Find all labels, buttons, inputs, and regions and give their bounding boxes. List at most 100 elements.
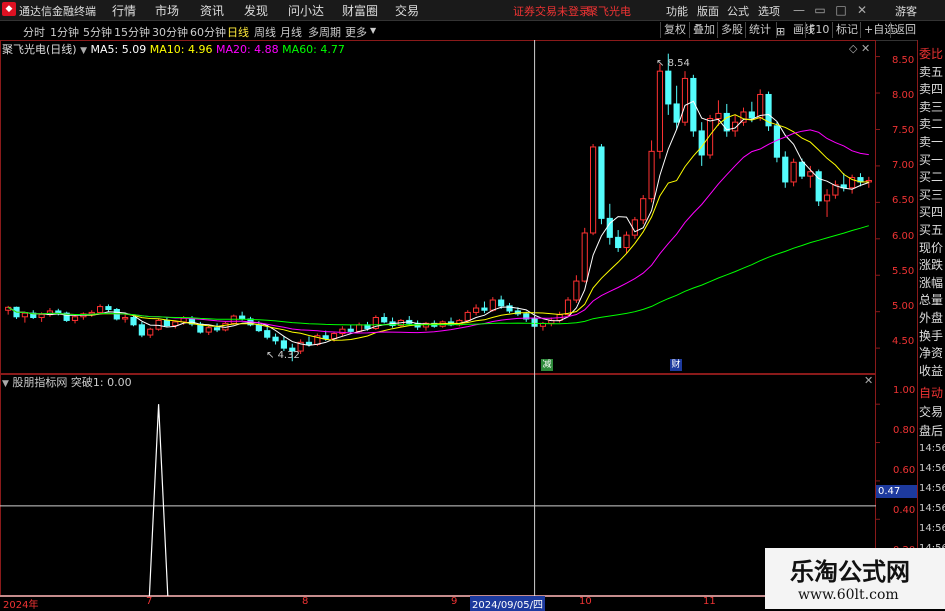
guest-label[interactable]: 游客 xyxy=(895,3,917,19)
tool-back[interactable]: 返回 xyxy=(890,22,919,38)
watermark-url: www.60lt.com xyxy=(798,587,899,603)
login-status[interactable]: 证券交易未登录 xyxy=(513,3,590,19)
sub-panel-frame xyxy=(0,374,876,596)
menu-item-quotes[interactable]: 行情 xyxy=(112,2,136,19)
menu-item-layout[interactable]: 版面 xyxy=(697,3,719,19)
menu-item-trade[interactable]: 交易 xyxy=(395,2,419,19)
indicator-tick: 0.40 xyxy=(893,505,916,516)
side-panel-item[interactable]: 卖五 xyxy=(919,63,945,80)
side-panel-item[interactable]: 买二 xyxy=(919,168,945,185)
side-panel-item[interactable]: 卖一 xyxy=(919,133,945,150)
maximize-icon[interactable]: □ xyxy=(832,1,850,19)
tool-overlay[interactable]: 叠加 xyxy=(689,22,718,38)
side-panel-item[interactable]: 委比 xyxy=(919,45,945,62)
menu-item-market[interactable]: 市场 xyxy=(155,2,179,19)
price-tick: 8.50 xyxy=(892,55,915,66)
side-panel-item[interactable]: 现价 xyxy=(919,239,945,256)
candle-body xyxy=(272,336,279,342)
side-panel-time: 14:56 xyxy=(919,443,945,454)
period-15min[interactable]: 15分钟 xyxy=(114,24,150,40)
period-daily[interactable]: 日线 xyxy=(227,24,249,40)
side-panel-mode[interactable]: 盘后 xyxy=(919,422,945,439)
candle-body xyxy=(598,146,605,219)
ma-legend: 聚飞光电(日线) ▼ MA5: 5.09 MA10: 4.96 MA20: 4.… xyxy=(2,41,345,57)
candle-body xyxy=(381,317,388,323)
price-tick: 7.50 xyxy=(892,125,915,136)
tool-multi-stock[interactable]: 多股 xyxy=(717,22,746,38)
candle-body xyxy=(681,77,689,123)
tool-mark[interactable]: 标记 xyxy=(832,22,861,38)
chart-canvas[interactable] xyxy=(0,40,917,609)
side-panel-time: 14:56 xyxy=(919,523,945,534)
side-panel-item[interactable]: 买五 xyxy=(919,221,945,238)
side-panel-item[interactable]: 卖二 xyxy=(919,115,945,132)
panel-controls[interactable]: ◇ ✕ xyxy=(849,42,870,55)
subpanel-close-icon[interactable]: ✕ xyxy=(864,374,873,387)
period-intraday[interactable]: 分时 xyxy=(23,24,45,40)
period-60min[interactable]: 60分钟 xyxy=(190,24,226,40)
side-panel-item[interactable]: 换手 xyxy=(919,327,945,344)
more-dropdown-icon[interactable]: ▼ xyxy=(370,26,376,35)
period-weekly[interactable]: 周线 xyxy=(254,24,276,40)
tool-f10[interactable]: F10 xyxy=(805,22,832,38)
candle-body xyxy=(347,328,354,332)
menu-item-discover[interactable]: 发现 xyxy=(244,2,268,19)
side-panel-mode[interactable]: 交易 xyxy=(919,403,945,420)
menu-item-formula[interactable]: 公式 xyxy=(727,3,749,19)
side-panel-item[interactable]: 卖三 xyxy=(919,98,945,115)
side-panel-item[interactable]: 买三 xyxy=(919,186,945,203)
period-1min[interactable]: 1分钟 xyxy=(50,24,79,40)
candle-body xyxy=(239,315,246,320)
candle-body xyxy=(71,316,79,321)
side-panel-item[interactable]: 买四 xyxy=(919,203,945,220)
period-multi[interactable]: 多周期 xyxy=(308,24,341,40)
side-panel-item[interactable]: 外盘 xyxy=(919,309,945,326)
ma10-label: MA10: 4.96 xyxy=(149,43,213,56)
side-panel-time: 14:56 xyxy=(919,503,945,514)
tool-adjust[interactable]: 复权 xyxy=(660,22,689,38)
side-panel-mode[interactable]: 自动 xyxy=(919,384,945,401)
menu-item-community[interactable]: 财富圈 xyxy=(342,2,378,19)
period-5min[interactable]: 5分钟 xyxy=(83,24,112,40)
event-badge-finance[interactable]: 财 xyxy=(670,359,682,371)
period-monthly[interactable]: 月线 xyxy=(280,24,302,40)
menu-item-options[interactable]: 选项 xyxy=(758,3,780,19)
period-more[interactable]: 更多 xyxy=(345,24,367,40)
candle-body xyxy=(21,312,28,318)
restore-icon[interactable]: ▭ xyxy=(811,1,829,19)
candle-body xyxy=(782,156,789,183)
candle-body xyxy=(155,319,162,330)
side-panel-item[interactable]: 买一 xyxy=(919,151,945,168)
candle-body xyxy=(464,311,471,321)
candle-body xyxy=(640,198,647,221)
minimize-icon[interactable]: — xyxy=(790,1,808,19)
menu-item-news[interactable]: 资讯 xyxy=(200,2,224,19)
indicator-label: 股朋指标网 突破1: 0.00 xyxy=(12,376,132,389)
date-tick: 10 xyxy=(579,596,592,607)
candle-body xyxy=(757,93,764,119)
event-badge-reduce[interactable]: 减 xyxy=(541,359,553,371)
side-panel-item[interactable]: 净资 xyxy=(919,344,945,361)
side-panel-item[interactable]: 涨幅 xyxy=(919,274,945,291)
close-icon[interactable]: ✕ xyxy=(853,1,871,19)
candle-body xyxy=(322,335,329,340)
chevron-down-icon[interactable]: ▼ xyxy=(80,46,87,56)
low-annotation: ↖ 4.32 xyxy=(266,350,300,361)
period-30min[interactable]: 30分钟 xyxy=(152,24,188,40)
side-panel-item[interactable]: 卖四 xyxy=(919,80,945,97)
tool-stats[interactable]: 统计 xyxy=(745,22,774,38)
candle-body xyxy=(498,299,505,307)
candle-body xyxy=(280,340,288,349)
menu-item-functions[interactable]: 功能 xyxy=(666,3,688,19)
candle-body xyxy=(122,317,129,320)
side-panel-item[interactable]: 涨跌 xyxy=(919,256,945,273)
candle-body xyxy=(305,341,313,345)
candle-body xyxy=(589,146,597,234)
candle-body xyxy=(673,103,680,123)
menu-item-assistant[interactable]: 问小达 xyxy=(288,2,324,19)
candle-body xyxy=(55,310,62,314)
chevron-down-icon[interactable]: ▼ xyxy=(2,379,9,389)
side-panel-item[interactable]: 收益 xyxy=(919,362,945,379)
side-panel-item[interactable]: 总量 xyxy=(919,291,945,308)
chart-stock-label: 聚飞光电(日线) xyxy=(2,43,77,56)
